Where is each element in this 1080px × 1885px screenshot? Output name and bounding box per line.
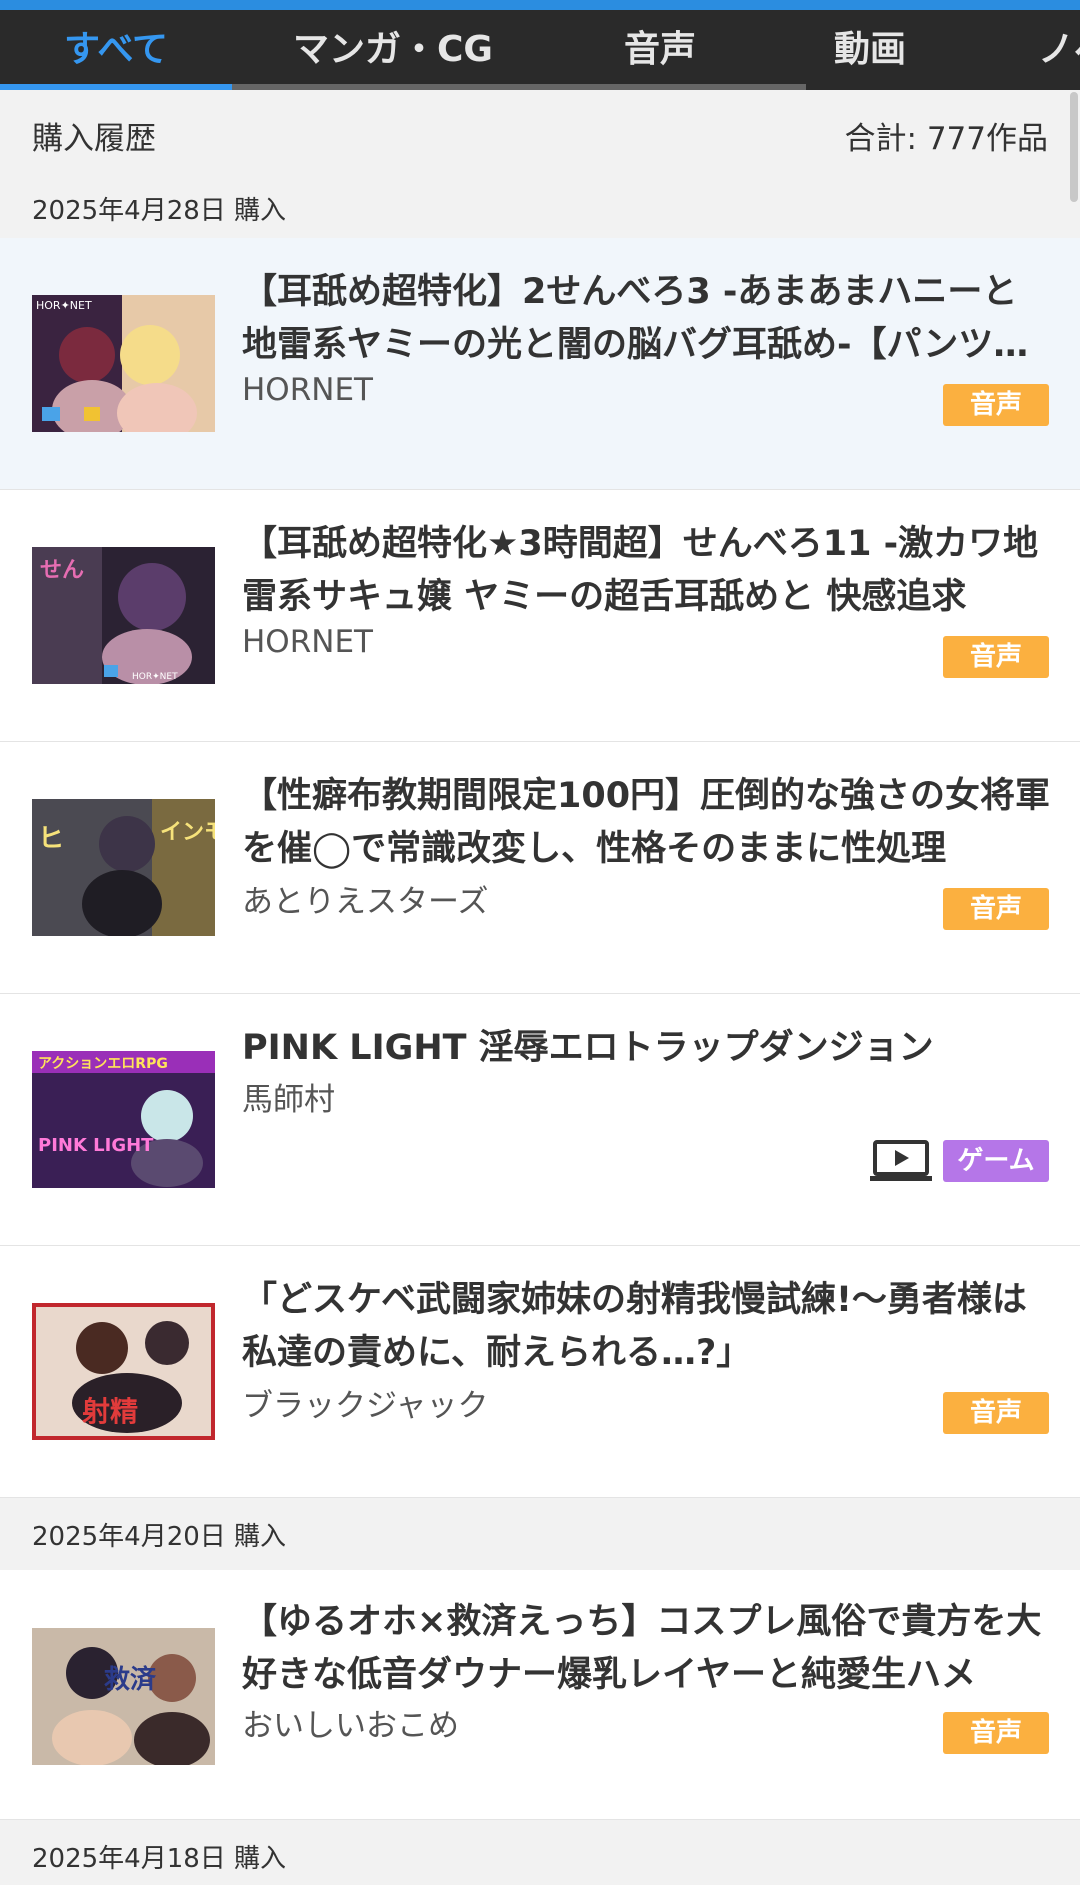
svg-text:アクションエロRPG: アクションエロRPG (38, 1056, 168, 1072)
active-tab-indicator (0, 84, 232, 90)
item-title[interactable]: 【性癖布教期間限定100円】圧倒的な強さの女将軍を催◯で常識改変し、性格そのまま… (242, 770, 1052, 876)
category-badge-voice: 音声 (943, 636, 1049, 678)
date-header: 2025年4月18日 購入 (0, 1820, 1080, 1885)
page-title: 購入履歴 (32, 120, 156, 157)
item-thumbnail[interactable]: 射精 (32, 1303, 215, 1440)
svg-text:せん: せん (40, 558, 84, 583)
item-circle[interactable]: おいしいおこめ (242, 1700, 459, 1745)
item-circle[interactable]: ブラックジャック (242, 1380, 488, 1425)
item-circle[interactable]: 馬師村 (242, 1074, 335, 1119)
purchase-date: 2025年4月28日 購入 (32, 196, 287, 226)
purchase-date: 2025年4月18日 購入 (32, 1843, 287, 1874)
top-accent-bar (0, 0, 1080, 10)
date-header: 2025年4月28日 購入 (0, 180, 1080, 238)
scrollbar[interactable] (1070, 92, 1078, 202)
total-count: 合計: 777作品 (844, 120, 1048, 157)
list-item[interactable]: HOR✦NET 【耳舐め超特化】2せんべろ3 -あまあまハニーと地雷系ヤミーの光… (0, 238, 1080, 490)
svg-text:ヒ: ヒ (38, 824, 64, 854)
list-item[interactable]: ヒ インモラル 【性癖布教期間限定100円】圧倒的な強さの女将軍を催◯で常識改変… (0, 742, 1080, 994)
svg-text:HOR✦NET: HOR✦NET (36, 299, 92, 312)
purchase-history-header: 購入履歴 合計: 777作品 (0, 90, 1080, 180)
item-thumbnail[interactable]: 救済 (32, 1628, 215, 1765)
item-thumbnail[interactable]: アクションエロRPG PINK LIGHT (32, 1051, 215, 1188)
tab-novel[interactable]: ノベル (1038, 10, 1080, 90)
list-item[interactable]: せん HOR✦NET 【耳舐め超特化★3時間超】せんべろ11 -激カワ地雷系サキ… (0, 490, 1080, 742)
item-title[interactable]: 【耳舐め超特化】2せんべろ3 -あまあまハニーと地雷系ヤミーの光と闇の脳バグ耳舐… (242, 266, 1052, 372)
tab-voice[interactable]: 音声 (590, 10, 730, 90)
category-badge-voice: 音声 (943, 888, 1049, 930)
item-circle[interactable]: HORNET (242, 624, 373, 660)
item-circle[interactable]: あとりえスターズ (242, 876, 488, 921)
item-title[interactable]: 「どスケベ武闘家姉妹の射精我慢試練!〜勇者様は私達の責めに、耐えられる…?」 (242, 1274, 1052, 1380)
item-circle[interactable]: HORNET (242, 372, 373, 408)
item-thumbnail[interactable]: HOR✦NET (32, 295, 215, 432)
item-title[interactable]: 【耳舐め超特化★3時間超】せんべろ11 -激カワ地雷系サキュ嬢 ヤミーの超舌耳舐… (242, 518, 1052, 624)
category-badge-voice: 音声 (943, 1712, 1049, 1754)
item-thumbnail[interactable]: せん HOR✦NET (32, 547, 215, 684)
category-tabs: すべて マンガ・CG 音声 動画 ノベル (0, 10, 1080, 90)
date-header: 2025年4月20日 購入 (0, 1498, 1080, 1570)
svg-text:HOR✦NET: HOR✦NET (132, 672, 178, 682)
category-badge-voice: 音声 (943, 384, 1049, 426)
item-title[interactable]: PINK LIGHT 淫辱エロトラップダンジョン (242, 1022, 1052, 1075)
item-thumbnail[interactable]: ヒ インモラル (32, 799, 215, 936)
svg-text:インモラル: インモラル (160, 820, 215, 845)
play-screen-icon[interactable] (870, 1140, 932, 1182)
list-item[interactable]: 救済 【ゆるオホ×救済えっち】コスプレ風俗で貴方を大好きな低音ダウナー爆乳レイヤ… (0, 1570, 1080, 1820)
tab-all[interactable]: すべて (0, 10, 232, 90)
tab-video[interactable]: 動画 (800, 10, 940, 90)
category-badge-game: ゲーム (943, 1140, 1049, 1182)
category-badge-voice: 音声 (943, 1392, 1049, 1434)
list-item[interactable]: 射精 「どスケベ武闘家姉妹の射精我慢試練!〜勇者様は私達の責めに、耐えられる…?… (0, 1246, 1080, 1498)
purchase-date: 2025年4月20日 購入 (32, 1521, 287, 1552)
item-title[interactable]: 【ゆるオホ×救済えっち】コスプレ風俗で貴方を大好きな低音ダウナー爆乳レイヤーと純… (242, 1596, 1052, 1702)
tab-manga-cg[interactable]: マンガ・CG (268, 10, 518, 90)
svg-text:PINK LIGHT: PINK LIGHT (38, 1135, 154, 1156)
svg-text:射精: 射精 (81, 1395, 138, 1428)
list-item[interactable]: アクションエロRPG PINK LIGHT PINK LIGHT 淫辱エロトラッ… (0, 994, 1080, 1246)
tab-track (232, 84, 806, 90)
svg-text:救済: 救済 (104, 1664, 157, 1695)
